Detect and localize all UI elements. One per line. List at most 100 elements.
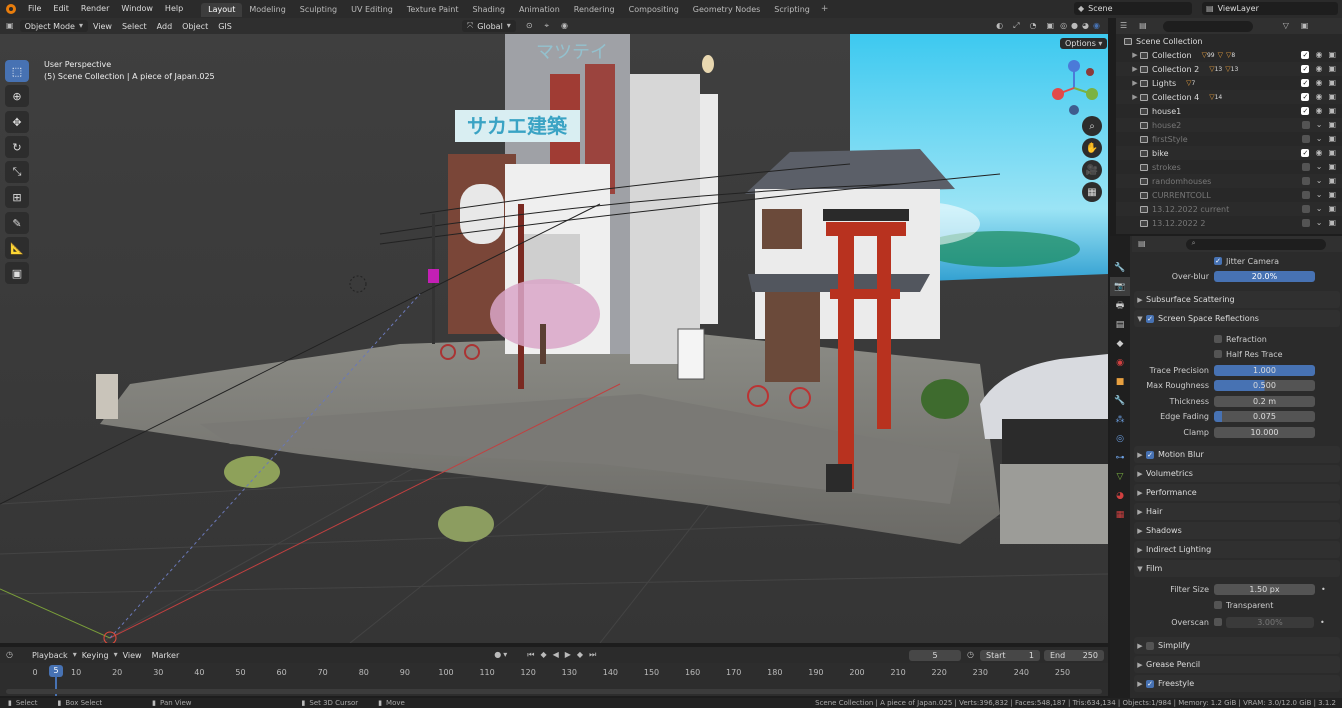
render-tab-icon[interactable]: 📷 [1110, 277, 1130, 296]
jitter-camera-checkbox[interactable]: ✓ [1214, 257, 1222, 265]
exclude-checkbox[interactable]: ✓ [1301, 219, 1310, 227]
pivot-icon[interactable]: ⊙ [526, 22, 533, 30]
exclude-checkbox[interactable]: ✓ [1301, 51, 1310, 59]
overscan-field[interactable]: 3.00% [1226, 616, 1314, 628]
play-icon[interactable]: ▶ [565, 651, 571, 659]
camera-render-icon[interactable]: ▣ [1328, 79, 1336, 87]
menu-add[interactable]: Add [152, 22, 178, 31]
overscan-checkbox[interactable]: ✓ [1214, 618, 1222, 626]
camera-render-icon[interactable]: ▣ [1328, 149, 1336, 157]
overlay-icon[interactable]: ◔ [1030, 22, 1037, 30]
menu-object[interactable]: Object [177, 22, 213, 31]
panel-checkbox[interactable]: ✓ [1146, 450, 1154, 459]
object-tab-icon[interactable]: ■ [1110, 372, 1130, 391]
transform-orientation-dropdown[interactable]: ⤧ Global ▾ [461, 20, 516, 32]
3d-viewport[interactable]: サカエ建築 マツテイ User Perspective (5) Scene Co… [0, 34, 1108, 643]
display-mode-icon[interactable]: ▤ [1139, 22, 1147, 30]
properties-search-input[interactable]: ⌕ [1185, 238, 1326, 250]
exclude-checkbox[interactable]: ✓ [1301, 135, 1310, 143]
tab-sculpting[interactable]: Sculpting [293, 3, 344, 17]
property-field[interactable]: 0.500 [1214, 379, 1315, 391]
clock-icon[interactable]: ◷ [967, 651, 974, 659]
eye-icon[interactable]: ◉ [1315, 65, 1322, 73]
outliner-item[interactable]: house2 ✓ ⌄ ▣ [1116, 118, 1342, 132]
camera-view-icon[interactable]: 🎥 [1082, 160, 1102, 180]
xray-icon[interactable]: ▣ [1047, 22, 1055, 30]
outliner-search-input[interactable] [1162, 20, 1253, 32]
panel-header[interactable]: ▶ Shadows [1134, 522, 1340, 539]
panel-checkbox[interactable]: ✓ [1146, 641, 1154, 650]
wireframe-shading-icon[interactable]: ◎ [1060, 22, 1067, 30]
play-reverse-icon[interactable]: ◀ [553, 651, 559, 659]
outliner-item[interactable]: ▶ Lights ▽7 ✓ ◉ ▣ [1116, 76, 1342, 90]
camera-render-icon[interactable]: ▣ [1328, 163, 1336, 171]
world-tab-icon[interactable]: ◉ [1110, 353, 1130, 372]
property-field[interactable]: 10.000 [1214, 426, 1315, 438]
ssr-panel[interactable]: ▼ ✓ Screen Space Reflections [1134, 310, 1340, 327]
record-icon[interactable]: ● [494, 651, 501, 659]
outliner-item[interactable]: 13.12.2022 current ✓ ⌄ ▣ [1116, 202, 1342, 216]
menu-edit[interactable]: Edit [47, 0, 75, 18]
options-button[interactable]: Options ▾ [1060, 38, 1108, 49]
camera-render-icon[interactable]: ▣ [1328, 65, 1336, 73]
outliner-item[interactable]: CURRENTCOLL ✓ ⌄ ▣ [1116, 188, 1342, 202]
new-collection-icon[interactable]: ▣ [1301, 22, 1309, 30]
exclude-checkbox[interactable]: ✓ [1301, 121, 1310, 129]
exclude-checkbox[interactable]: ✓ [1301, 205, 1310, 213]
tab-rendering[interactable]: Rendering [567, 3, 622, 17]
menu-marker[interactable]: Marker [147, 651, 185, 660]
outliner-item[interactable]: ▶ Collection 4 ▽14 ✓ ◉ ▣ [1116, 90, 1342, 104]
add-cube-tool-icon[interactable]: ▣ [5, 262, 29, 284]
output-tab-icon[interactable]: 🖶 [1110, 296, 1130, 315]
exclude-checkbox[interactable]: ✓ [1301, 107, 1310, 115]
eye-icon[interactable]: ◉ [1315, 79, 1322, 87]
tab-modeling[interactable]: Modeling [242, 3, 292, 17]
timeline[interactable]: 0 10 20 30 40 50 60 70 80 90 100 110 120 130 140 150 160… [0, 663, 1108, 696]
transparent-checkbox[interactable]: ✓ [1214, 601, 1222, 609]
panel-header[interactable]: ▼ Film [1134, 560, 1340, 577]
proportional-edit-icon[interactable]: ◉ [561, 22, 568, 30]
outliner-item[interactable]: ▶ Collection ▽99 ▽ ▽8 ✓ ◉ ▣ [1116, 48, 1342, 62]
view-layer-selector[interactable]: ▤ ViewLayer [1202, 2, 1338, 15]
modifier-tab-icon[interactable]: 🔧 [1110, 391, 1130, 410]
menu-window[interactable]: Window [115, 0, 159, 18]
menu-gis[interactable]: GIS [213, 22, 237, 31]
current-frame-field[interactable]: 5 [909, 649, 962, 661]
select-box-tool-icon[interactable]: ⬚ [5, 60, 29, 82]
subsurface-panel[interactable]: ▶ Subsurface Scattering [1134, 291, 1340, 308]
material-shading-icon[interactable]: ◕ [1082, 22, 1089, 30]
mode-dropdown[interactable]: Object Mode ▾ [19, 20, 88, 32]
eye-closed-icon[interactable]: ⌄ [1316, 191, 1323, 199]
texture-tab-icon[interactable]: ▦ [1110, 505, 1130, 524]
eye-closed-icon[interactable]: ⌄ [1316, 205, 1323, 213]
panel-header[interactable]: ▶ Hair [1134, 503, 1340, 520]
panel-header[interactable]: ▶ Grease Pencil [1134, 656, 1340, 673]
eye-icon[interactable]: ◉ [1315, 51, 1322, 59]
scale-tool-icon[interactable]: ⤡ [5, 161, 29, 183]
add-workspace-button[interactable]: + [817, 4, 833, 14]
physics-tab-icon[interactable]: ◎ [1110, 429, 1130, 448]
rotate-tool-icon[interactable]: ↻ [5, 136, 29, 158]
overblur-field[interactable]: 20.0% [1214, 270, 1315, 282]
data-tab-icon[interactable]: ▽ [1110, 467, 1130, 486]
camera-render-icon[interactable]: ▣ [1328, 219, 1336, 227]
panel-checkbox[interactable]: ✓ [1146, 679, 1154, 688]
eye-icon[interactable]: ◉ [1315, 93, 1322, 101]
scene-selector[interactable]: ◆ Scene [1074, 2, 1192, 15]
menu-playback[interactable]: Playback [27, 651, 73, 660]
menu-help[interactable]: Help [159, 0, 189, 18]
prev-keyframe-icon[interactable]: ◆ [540, 651, 546, 659]
gizmo-icon[interactable]: ⤢ [1013, 22, 1019, 30]
eye-closed-icon[interactable]: ⌄ [1316, 219, 1323, 227]
tab-layout[interactable]: Layout [201, 3, 243, 17]
eye-closed-icon[interactable]: ⌄ [1316, 135, 1323, 143]
menu-render[interactable]: Render [75, 0, 115, 18]
exclude-checkbox[interactable]: ✓ [1301, 93, 1310, 101]
editor-type-icon[interactable]: ▣ [6, 22, 14, 30]
measure-tool-icon[interactable]: 📐 [5, 237, 29, 259]
visibility-icon[interactable]: ◐ [996, 22, 1003, 30]
end-frame-field[interactable]: End 250 [1044, 649, 1104, 661]
next-keyframe-icon[interactable]: ◆ [577, 651, 583, 659]
outliner-item[interactable]: bike ✓ ◉ ▣ [1116, 146, 1342, 160]
refraction-checkbox[interactable]: ✓ [1214, 335, 1222, 343]
